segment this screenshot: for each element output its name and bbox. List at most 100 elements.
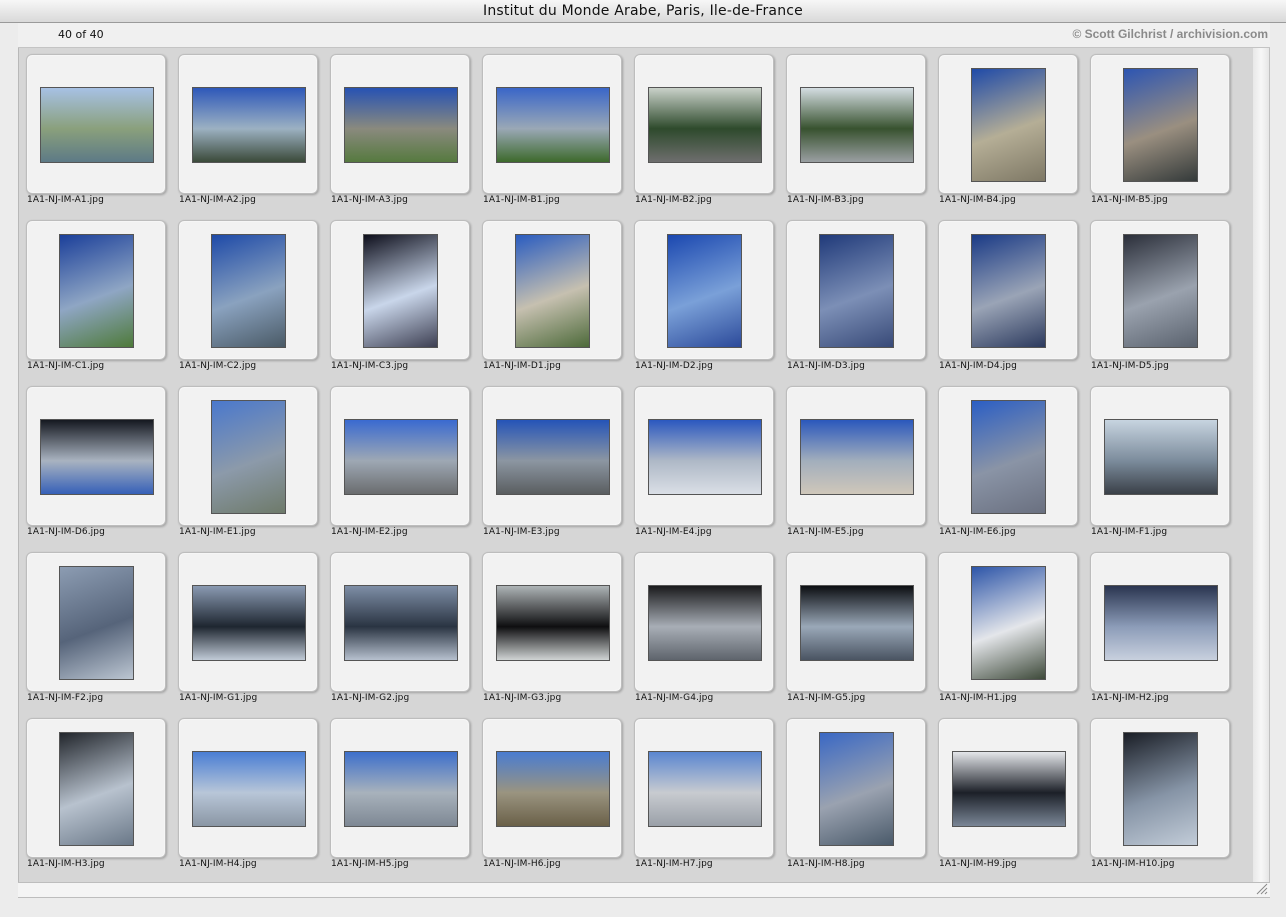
thumbnail-image[interactable] [496,751,610,827]
thumbnail-tile[interactable] [786,54,926,194]
thumbnail-tile[interactable] [938,718,1078,858]
thumbnail-tile[interactable] [786,552,926,692]
thumbnail-image[interactable] [971,566,1046,680]
thumbnail-tile[interactable] [634,54,774,194]
thumbnail-image[interactable] [59,234,134,348]
thumbnail-image[interactable] [344,585,458,661]
thumbnail-image[interactable] [667,234,742,348]
thumbnail-image[interactable] [496,419,610,495]
thumbnail-image[interactable] [648,87,762,163]
thumbnail-item[interactable]: 1A1-NJ-IM-B4.jpg [931,48,1078,214]
thumbnail-item[interactable]: 1A1-NJ-IM-G1.jpg [171,546,318,712]
thumbnail-tile[interactable] [786,220,926,360]
thumbnail-item[interactable]: 1A1-NJ-IM-H5.jpg [323,712,470,878]
thumbnail-item[interactable]: 1A1-NJ-IM-G2.jpg [323,546,470,712]
thumbnail-item[interactable]: 1A1-NJ-IM-A2.jpg [171,48,318,214]
thumbnail-image[interactable] [1123,68,1198,182]
thumbnail-image[interactable] [971,234,1046,348]
thumbnail-image[interactable] [192,585,306,661]
thumbnail-image[interactable] [344,751,458,827]
thumbnail-tile[interactable] [330,220,470,360]
thumbnail-item[interactable]: 1A1-NJ-IM-H2.jpg [1083,546,1230,712]
thumbnail-item[interactable]: 1A1-NJ-IM-B5.jpg [1083,48,1230,214]
thumbnail-item[interactable]: 1A1-NJ-IM-H9.jpg [931,712,1078,878]
thumbnail-tile[interactable] [1090,718,1230,858]
thumbnail-item[interactable]: 1A1-NJ-IM-H8.jpg [779,712,926,878]
thumbnail-tile[interactable] [482,220,622,360]
thumbnail-image[interactable] [819,234,894,348]
thumbnail-item[interactable]: 1A1-NJ-IM-C1.jpg [19,214,166,380]
thumbnail-tile[interactable] [1090,54,1230,194]
thumbnail-item[interactable]: 1A1-NJ-IM-D2.jpg [627,214,774,380]
thumbnail-tile[interactable] [330,718,470,858]
thumbnail-item[interactable]: 1A1-NJ-IM-F2.jpg [19,546,166,712]
thumbnail-tile[interactable] [482,552,622,692]
thumbnail-item[interactable]: 1A1-NJ-IM-D3.jpg [779,214,926,380]
thumbnail-image[interactable] [363,234,438,348]
thumbnail-tile[interactable] [26,220,166,360]
thumbnail-tile[interactable] [178,54,318,194]
thumbnail-tile[interactable] [1090,220,1230,360]
thumbnail-image[interactable] [40,87,154,163]
thumbnail-item[interactable]: 1A1-NJ-IM-H10.jpg [1083,712,1230,878]
thumbnail-tile[interactable] [26,718,166,858]
thumbnail-item[interactable]: 1A1-NJ-IM-G4.jpg [627,546,774,712]
thumbnail-item[interactable]: 1A1-NJ-IM-A3.jpg [323,48,470,214]
thumbnail-image[interactable] [515,234,590,348]
thumbnail-tile[interactable] [1090,552,1230,692]
thumbnail-item[interactable]: 1A1-NJ-IM-H4.jpg [171,712,318,878]
thumbnail-tile[interactable] [1090,386,1230,526]
thumbnail-image[interactable] [800,585,914,661]
thumbnail-image[interactable] [971,400,1046,514]
thumbnail-tile[interactable] [634,718,774,858]
thumbnail-image[interactable] [192,751,306,827]
thumbnail-tile[interactable] [482,54,622,194]
thumbnail-tile[interactable] [178,220,318,360]
thumbnail-tile[interactable] [178,718,318,858]
thumbnail-item[interactable]: 1A1-NJ-IM-D4.jpg [931,214,1078,380]
thumbnail-image[interactable] [211,234,286,348]
thumbnail-item[interactable]: 1A1-NJ-IM-B2.jpg [627,48,774,214]
thumbnail-tile[interactable] [938,386,1078,526]
thumbnail-image[interactable] [1123,234,1198,348]
thumbnail-tile[interactable] [634,386,774,526]
vertical-scrollbar[interactable] [1253,48,1270,882]
thumbnail-image[interactable] [344,419,458,495]
thumbnail-item[interactable]: 1A1-NJ-IM-E1.jpg [171,380,318,546]
thumbnail-tile[interactable] [330,552,470,692]
thumbnail-tile[interactable] [938,552,1078,692]
thumbnail-item[interactable]: 1A1-NJ-IM-G3.jpg [475,546,622,712]
thumbnail-tile[interactable] [786,718,926,858]
thumbnail-tile[interactable] [330,54,470,194]
thumbnail-item[interactable]: 1A1-NJ-IM-D6.jpg [19,380,166,546]
thumbnail-image[interactable] [496,87,610,163]
thumbnail-tile[interactable] [938,220,1078,360]
thumbnail-item[interactable]: 1A1-NJ-IM-A1.jpg [19,48,166,214]
thumbnail-image[interactable] [1104,419,1218,495]
thumbnail-image[interactable] [59,732,134,846]
thumbnail-tile[interactable] [482,386,622,526]
thumbnail-image[interactable] [211,400,286,514]
thumbnail-image[interactable] [800,87,914,163]
thumbnail-image[interactable] [1104,585,1218,661]
thumbnail-image[interactable] [648,751,762,827]
thumbnail-tile[interactable] [26,54,166,194]
thumbnail-item[interactable]: 1A1-NJ-IM-E2.jpg [323,380,470,546]
window-title-bar[interactable]: Institut du Monde Arabe, Paris, Ile-de-F… [0,0,1286,23]
thumbnail-image[interactable] [819,732,894,846]
thumbnail-tile[interactable] [178,552,318,692]
thumbnail-tile[interactable] [26,386,166,526]
thumbnail-item[interactable]: 1A1-NJ-IM-H7.jpg [627,712,774,878]
thumbnail-item[interactable]: 1A1-NJ-IM-H1.jpg [931,546,1078,712]
thumbnail-tile[interactable] [634,552,774,692]
thumbnail-tile[interactable] [330,386,470,526]
thumbnail-tile[interactable] [634,220,774,360]
resize-grip-icon[interactable] [1256,883,1268,895]
thumbnail-item[interactable]: 1A1-NJ-IM-H6.jpg [475,712,622,878]
thumbnail-image[interactable] [648,419,762,495]
thumbnail-image[interactable] [648,585,762,661]
thumbnail-item[interactable]: 1A1-NJ-IM-E4.jpg [627,380,774,546]
thumbnail-item[interactable]: 1A1-NJ-IM-E6.jpg [931,380,1078,546]
thumbnail-image[interactable] [496,585,610,661]
thumbnail-image[interactable] [344,87,458,163]
